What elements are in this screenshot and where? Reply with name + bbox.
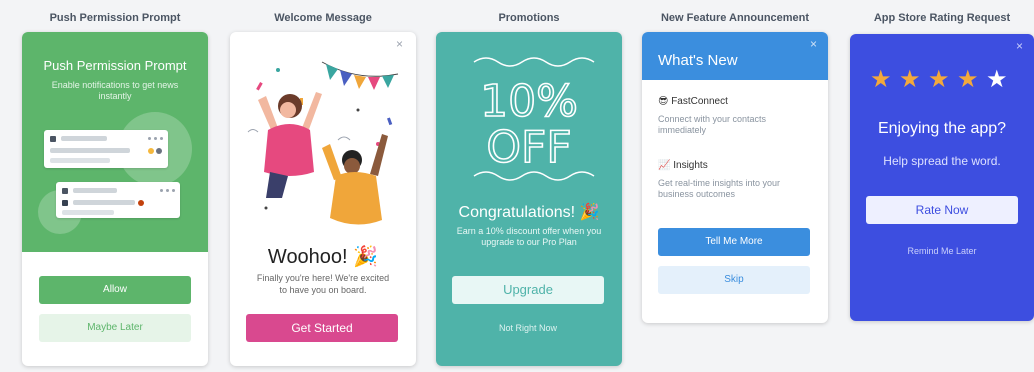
- column-title-feature: New Feature Announcement: [660, 12, 810, 24]
- get-started-button[interactable]: Get Started: [246, 314, 398, 342]
- feature-item-desc: Get real-time insights into your busines…: [658, 178, 781, 199]
- star-rating[interactable]: ★ ★ ★ ★ ★: [870, 68, 1014, 92]
- star-filled-icon[interactable]: ★: [957, 68, 979, 92]
- promo-headline-line2: OFF: [486, 122, 571, 173]
- push-card-title: Push Permission Prompt: [43, 58, 187, 73]
- star-filled-icon[interactable]: ★: [899, 68, 921, 92]
- app-icon: [62, 200, 68, 206]
- star-empty-icon[interactable]: ★: [986, 68, 1008, 92]
- push-card-header: Push Permission Prompt Enable notificati…: [22, 32, 208, 252]
- emoji-icon: [138, 200, 144, 206]
- welcome-card: × Woohoo! 🎉 Finally you're here! We're e…: [230, 32, 416, 366]
- rate-now-button[interactable]: Rate Now: [866, 196, 1018, 224]
- promo-title: Congratulations! 🎉: [458, 204, 600, 221]
- emoji-icon: [156, 148, 162, 154]
- feature-item-desc: Connect with your contacts immediately: [658, 114, 767, 135]
- close-icon[interactable]: ×: [1016, 40, 1023, 52]
- close-icon[interactable]: ×: [810, 38, 817, 50]
- tell-me-more-button[interactable]: Tell Me More: [658, 228, 810, 256]
- push-permission-card: Push Permission Prompt Enable notificati…: [22, 32, 208, 366]
- notification-preview: [44, 130, 168, 168]
- welcome-title: Woohoo! 🎉: [267, 246, 379, 268]
- allow-button[interactable]: Allow: [39, 276, 191, 304]
- feature-card-header: What's New ×: [642, 32, 828, 80]
- feature-announcement-card: What's New × 😎 FastConnect Connect with …: [642, 32, 828, 323]
- promotion-card: 10% OFF Congratulations! 🎉 Earn a 10% di…: [436, 32, 622, 366]
- notification-preview: [56, 182, 180, 218]
- column-title-welcome: Welcome Message: [274, 12, 372, 24]
- celebration-illustration: [247, 61, 399, 225]
- emoji-icon: [148, 148, 154, 154]
- upgrade-button[interactable]: Upgrade: [452, 276, 604, 304]
- star-filled-icon[interactable]: ★: [928, 68, 950, 92]
- app-icon: [62, 188, 68, 194]
- app-icon: [50, 136, 56, 142]
- feature-item-title: 📈 Insights: [658, 160, 708, 171]
- star-filled-icon[interactable]: ★: [870, 68, 892, 92]
- rating-title: Enjoying the app?: [877, 120, 1007, 137]
- feature-item-title: 😎 FastConnect: [658, 96, 728, 107]
- promo-message: Earn a 10% discount offer when you upgra…: [456, 226, 602, 247]
- push-card-subtitle: Enable notifications to get news instant…: [51, 80, 179, 101]
- column-title-rating: App Store Rating Request: [873, 12, 1011, 24]
- rating-subtitle: Help spread the word.: [883, 154, 1001, 168]
- maybe-later-button[interactable]: Maybe Later: [39, 314, 191, 342]
- discount-graphic: 10% OFF: [473, 57, 595, 181]
- column-title-push: Push Permission Prompt: [49, 12, 181, 24]
- skip-button[interactable]: Skip: [658, 266, 810, 294]
- remind-me-later-link[interactable]: Remind Me Later: [850, 246, 1034, 256]
- promo-headline-line1: 10%: [480, 76, 578, 127]
- not-right-now-link[interactable]: Not Right Now: [452, 320, 604, 336]
- prompts-gallery: Push Permission Prompt Welcome Message P…: [0, 0, 1034, 372]
- feature-card-title: What's New: [658, 52, 738, 69]
- welcome-message: Finally you're here! We're excited to ha…: [256, 273, 390, 295]
- rating-request-card: × ★ ★ ★ ★ ★ Enjoying the app? Help spread th…: [850, 34, 1034, 321]
- column-title-promotions: Promotions: [498, 12, 560, 24]
